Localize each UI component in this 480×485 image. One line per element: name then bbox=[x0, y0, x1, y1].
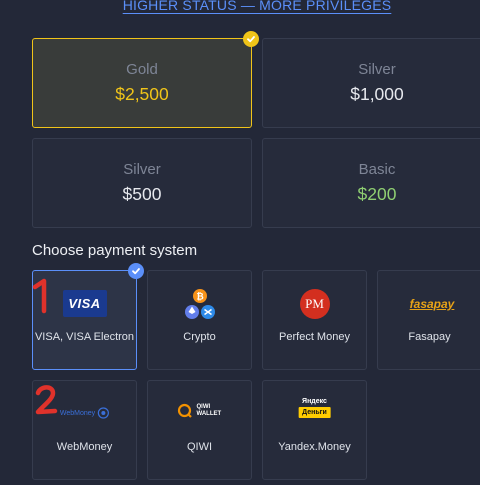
fasapay-logo-icon: fasapay bbox=[410, 295, 455, 313]
plan-name: Silver bbox=[358, 61, 396, 78]
plan-amount: $500 bbox=[122, 184, 162, 204]
visa-logo-text: VISA bbox=[68, 296, 101, 311]
plan-name: Silver bbox=[123, 161, 161, 178]
qiwi-logo-text: QIWI WALLET bbox=[196, 404, 222, 417]
payment-qiwi[interactable]: QIWI WALLET QIWI bbox=[147, 380, 252, 480]
plan-name: Basic bbox=[358, 161, 396, 178]
selected-check-icon bbox=[243, 31, 259, 47]
plan-name: Gold bbox=[126, 61, 158, 78]
fasapay-logo-text: fasapay bbox=[409, 297, 455, 311]
webmoney-logo-icon: WebMoney bbox=[60, 407, 109, 419]
plan-amount: $200 bbox=[357, 184, 397, 204]
payment-label: Perfect Money bbox=[279, 331, 350, 343]
perfect-money-logo-text: PM bbox=[305, 296, 324, 311]
payment-label: Fasapay bbox=[408, 331, 451, 343]
plan-card-silver-500[interactable]: Silver $500 bbox=[32, 138, 252, 228]
payment-section-title: Choose payment system bbox=[32, 242, 198, 259]
payment-label: WebMoney bbox=[56, 441, 113, 453]
annotation-two-icon bbox=[34, 384, 60, 423]
crypto-coins-icon: ₿ bbox=[183, 287, 217, 321]
yandex-money-badge: Деньги bbox=[298, 407, 331, 418]
webmoney-logo-text: WebMoney bbox=[59, 409, 96, 417]
perfect-money-logo-icon: PM bbox=[299, 289, 330, 319]
qiwi-logo-icon: QIWI WALLET bbox=[177, 403, 223, 419]
payment-label: VISA, VISA Electron bbox=[34, 331, 135, 343]
payment-perfect-money[interactable]: PM Perfect Money bbox=[262, 270, 367, 370]
payment-fasapay[interactable]: fasapay Fasapay bbox=[377, 270, 480, 370]
payment-label: QIWI bbox=[186, 441, 213, 453]
selected-check-icon bbox=[128, 263, 144, 279]
plan-card-basic[interactable]: Basic $200 bbox=[262, 138, 480, 228]
yandex-logo-text: Яндекс bbox=[302, 398, 327, 405]
payment-yandex-money[interactable]: Яндекс Деньги Yandex.Money bbox=[262, 380, 367, 480]
higher-status-link[interactable]: HIGHER STATUS — MORE PRIVILEGES bbox=[0, 0, 480, 13]
payment-label: Crypto bbox=[183, 331, 216, 343]
visa-logo-icon: VISA bbox=[62, 290, 107, 317]
payment-label: Yandex.Money bbox=[278, 441, 351, 453]
plan-amount: $2,500 bbox=[115, 84, 169, 104]
plan-amount: $1,000 bbox=[350, 84, 404, 104]
plan-card-silver-1000[interactable]: Silver $1,000 bbox=[262, 38, 480, 128]
yandex-money-logo-icon: Яндекс Деньги bbox=[298, 398, 331, 418]
annotation-one-icon bbox=[30, 278, 54, 319]
svg-text:₿: ₿ bbox=[196, 292, 203, 303]
plan-card-gold[interactable]: Gold $2,500 bbox=[32, 38, 252, 128]
payment-crypto[interactable]: ₿ Crypto bbox=[147, 270, 252, 370]
